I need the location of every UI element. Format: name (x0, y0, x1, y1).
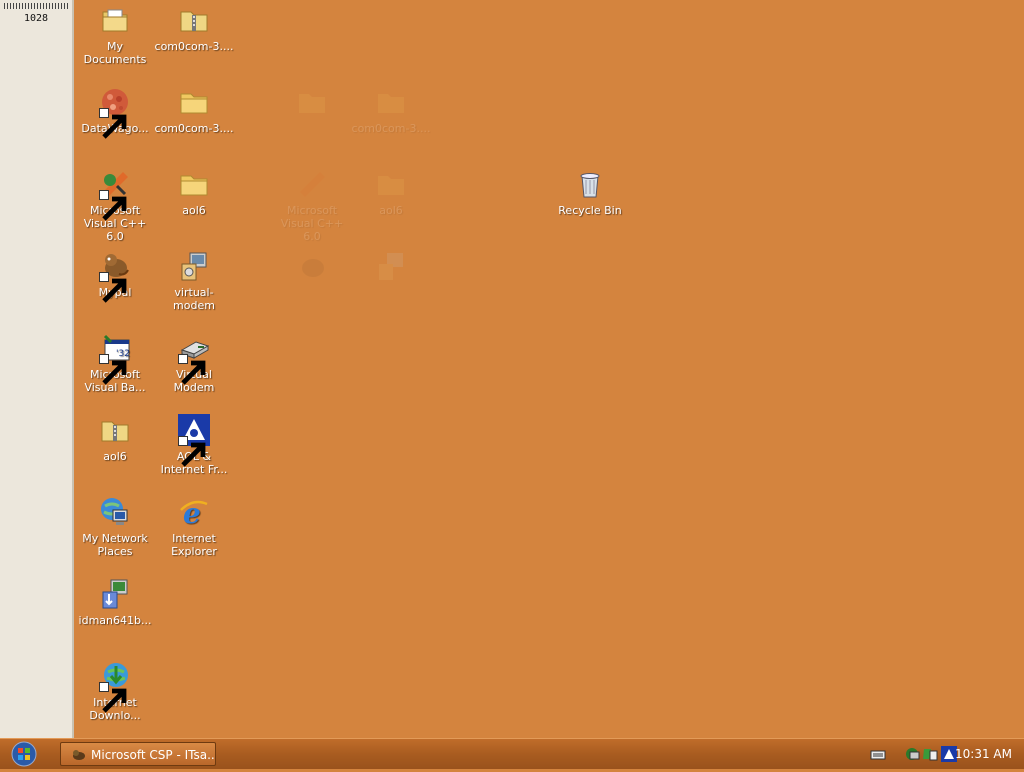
visual-cpp-icon (296, 168, 328, 200)
shortcut-arrow-icon (178, 436, 206, 467)
ghost-icon: Microsoft Visual C++ 6.0 (272, 168, 352, 243)
folder-icon (178, 168, 210, 200)
shortcut-arrow-icon (99, 682, 127, 713)
keyboard-icon[interactable] (870, 746, 886, 762)
clock[interactable]: 10:31 AM (955, 739, 1012, 769)
start-button[interactable] (8, 740, 40, 768)
modem-icon (178, 332, 210, 385)
folder-icon (296, 86, 328, 118)
taskbar: Microsoft CSP - ITsa... 10:31 AM (0, 738, 1024, 769)
desktop-icon-visual-cpp[interactable]: Microsoft Visual C++ 6.0 (75, 168, 155, 243)
side-panel-value: 1028 (23, 13, 49, 24)
desktop-icon-my-documents[interactable]: My Documents (75, 4, 155, 66)
desktop-icon-virtual-modem-setup[interactable]: virtual-modem (154, 250, 234, 312)
system-tray: 10:31 AM (864, 739, 1024, 769)
folder-icon (178, 86, 210, 118)
desktop-icon-virtual-modem[interactable]: Virtual Modem (154, 332, 234, 394)
ghost-icon (272, 86, 352, 122)
internet-explorer-icon: e (178, 496, 210, 528)
desktop-icon-internet-download-manager[interactable]: Internet Downlo... (75, 660, 155, 722)
desktop-icon-datawagon[interactable]: DataWago... (75, 86, 155, 139)
zip-folder-icon (178, 4, 210, 36)
installer-icon (375, 250, 407, 282)
aol-icon (178, 414, 210, 467)
desktop-icon-recycle-bin[interactable]: Recycle Bin (550, 168, 630, 217)
mypal-icon (99, 250, 131, 303)
download-manager-icon (99, 660, 131, 713)
desktop-icon-network-places[interactable]: My Network Places (75, 496, 155, 558)
ruler (4, 3, 68, 9)
desktop-icon-visual-basic[interactable]: '32 Microsoft Visual Ba... (75, 332, 155, 394)
app-icon (71, 747, 87, 763)
windows-orb-icon (11, 741, 37, 767)
installer-icon (178, 250, 210, 282)
shortcut-arrow-icon (99, 190, 127, 221)
taskbar-button-label: Microsoft CSP - ITsa... (91, 748, 216, 762)
ghost-icon: com0com-3.... (351, 86, 431, 135)
desktop-icon-internet-explorer[interactable]: e Internet Explorer (154, 496, 234, 558)
ghost-icon (272, 250, 352, 286)
network-icon (99, 496, 131, 528)
shortcut-arrow-icon (99, 354, 127, 385)
desktop-icon-aol6-zip[interactable]: aol6 (75, 414, 155, 463)
desktop-icon-mypal[interactable]: Mypal (75, 250, 155, 303)
visual-basic-icon: '32 (99, 332, 131, 385)
installer-icon (99, 578, 131, 610)
zip-folder-icon (99, 414, 131, 446)
shortcut-arrow-icon (99, 108, 127, 139)
side-panel: 1028 (0, 0, 74, 738)
desktop-icon-aol-internet[interactable]: AOL & Internet Fr... (154, 414, 234, 476)
ghost-icon: aol6 (351, 168, 431, 217)
desktop-icon-idman[interactable]: idman641b... (75, 578, 155, 627)
network-tray-icon[interactable] (904, 746, 920, 762)
shortcut-arrow-icon (99, 272, 127, 303)
desktop-icon-com0com-zip[interactable]: com0com-3.... (154, 4, 234, 53)
shortcut-arrow-icon (178, 354, 206, 385)
visual-cpp-icon (99, 168, 131, 221)
folder-icon (375, 168, 407, 200)
mypal-icon (296, 250, 328, 282)
datawagon-icon (99, 86, 131, 139)
desktop-icon-com0com-folder[interactable]: com0com-3.... (154, 86, 234, 135)
desktop-icon-aol6-folder[interactable]: aol6 (154, 168, 234, 217)
ghost-icon (351, 250, 431, 286)
security-tray-icon[interactable] (922, 746, 938, 762)
folder-icon (375, 86, 407, 118)
folder-documents-icon (99, 4, 131, 36)
taskbar-button-microsoft-csp[interactable]: Microsoft CSP - ITsa... (60, 742, 216, 766)
recycle-bin-icon (574, 168, 606, 200)
